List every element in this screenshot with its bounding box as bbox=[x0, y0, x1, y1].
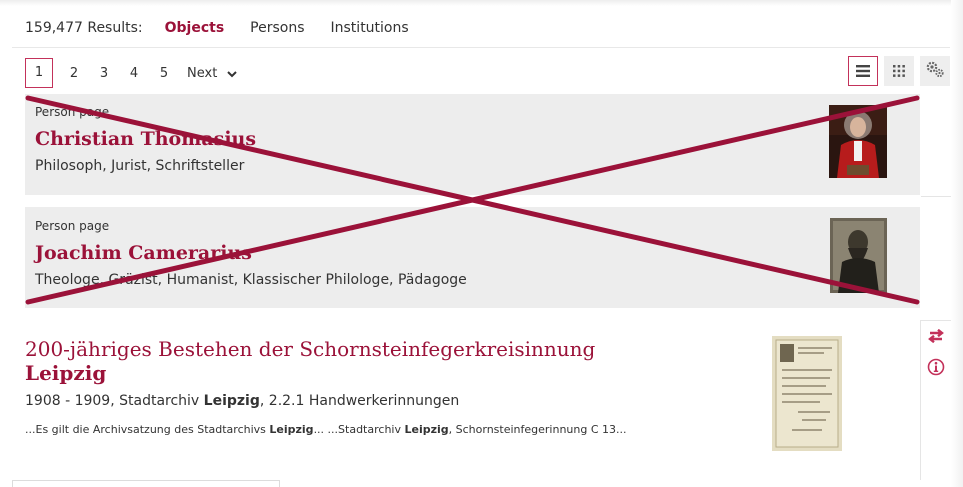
page-top-shadow bbox=[0, 0, 963, 6]
page-link-2[interactable]: 2 bbox=[59, 66, 89, 81]
grid-view-button[interactable] bbox=[884, 56, 914, 86]
person-card[interactable]: Person page Christian Thomasius Philosop… bbox=[25, 94, 920, 195]
side-action-column bbox=[920, 320, 921, 480]
object-title-highlight: Leipzig bbox=[25, 361, 107, 385]
person-name-link[interactable]: Christian Thomasius bbox=[35, 128, 256, 150]
pagination: 1 2 3 4 5 Next bbox=[25, 58, 238, 88]
object-snippet: ...Es gilt die Archivsatzung des Stadtar… bbox=[25, 420, 665, 439]
tab-persons[interactable]: Persons bbox=[250, 20, 304, 36]
card-side-divider bbox=[921, 196, 951, 197]
card-side-divider bbox=[921, 320, 951, 321]
chevron-down-icon bbox=[227, 68, 238, 78]
object-meta-prefix: 1908 - 1909, Stadtarchiv bbox=[25, 393, 204, 409]
snippet-text: ... ...Stadtarchiv bbox=[313, 423, 405, 436]
object-document-thumbnail[interactable] bbox=[772, 336, 842, 451]
snippet-text: , Schornsteinfegerinnung C 13... bbox=[448, 423, 627, 436]
snippet-highlight: Leipzig bbox=[269, 423, 314, 436]
snippet-highlight: Leipzig bbox=[404, 423, 449, 436]
object-meta-suffix: , 2.2.1 Handwerkerinnungen bbox=[259, 393, 460, 409]
header-divider bbox=[12, 47, 950, 48]
page-right-shadow bbox=[951, 0, 963, 487]
person-portrait-thumbnail[interactable] bbox=[829, 105, 887, 178]
results-header: 159,477 Results: Objects Persons Institu… bbox=[25, 17, 435, 39]
person-kicker: Person page bbox=[35, 105, 110, 119]
object-title-text: 200-jähriges Bestehen der Schornsteinfeg… bbox=[25, 337, 596, 361]
compare-arrows-icon bbox=[927, 328, 945, 347]
next-page-button[interactable]: Next bbox=[187, 65, 238, 81]
object-meta-highlight: Leipzig bbox=[203, 393, 260, 409]
settings-button[interactable] bbox=[920, 56, 950, 86]
info-button[interactable] bbox=[925, 358, 947, 380]
person-card[interactable]: Person page Joachim Camerarius Theologe,… bbox=[25, 207, 920, 308]
person-kicker: Person page bbox=[35, 219, 110, 233]
page-link-5[interactable]: 5 bbox=[149, 66, 179, 81]
person-description: Theologe, Gräzist, Humanist, Klassischer… bbox=[35, 272, 467, 288]
person-description: Philosoph, Jurist, Schriftsteller bbox=[35, 158, 245, 174]
person-name-link[interactable]: Joachim Camerarius bbox=[35, 242, 252, 264]
compare-button[interactable] bbox=[925, 326, 947, 348]
person-portrait-thumbnail[interactable] bbox=[830, 218, 887, 293]
settings-gears-icon bbox=[925, 60, 945, 82]
info-icon bbox=[927, 358, 945, 380]
grid-view-icon bbox=[893, 62, 905, 81]
list-view-button[interactable] bbox=[848, 56, 878, 86]
object-title-link[interactable]: 200-jähriges Bestehen der Schornsteinfeg… bbox=[25, 337, 665, 385]
list-view-icon bbox=[856, 62, 870, 81]
next-label: Next bbox=[187, 65, 218, 81]
tab-institutions[interactable]: Institutions bbox=[331, 20, 409, 36]
object-meta: 1908 - 1909, Stadtarchiv Leipzig, 2.2.1 … bbox=[25, 393, 459, 409]
tab-objects[interactable]: Objects bbox=[165, 20, 225, 36]
page-link-3[interactable]: 3 bbox=[89, 66, 119, 81]
page-link-4[interactable]: 4 bbox=[119, 66, 149, 81]
results-count: 159,477 Results: bbox=[25, 20, 143, 36]
bottom-tab-outline bbox=[12, 480, 280, 487]
snippet-text: ...Es gilt die Archivsatzung des Stadtar… bbox=[25, 423, 270, 436]
page-link-1[interactable]: 1 bbox=[25, 58, 53, 88]
